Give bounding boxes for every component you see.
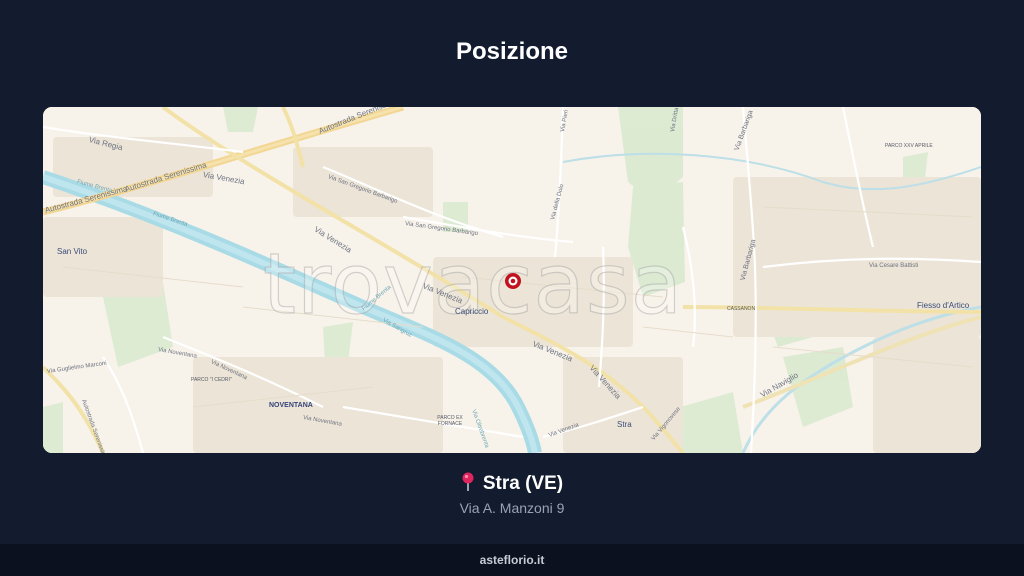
map-label-san-vito: San Vito <box>57 247 88 256</box>
footer: asteflorio.it <box>0 544 1024 576</box>
map-label-noventana: NOVENTANA <box>269 402 313 409</box>
location-address: Via A. Manzoni 9 <box>459 500 565 516</box>
map-label-capriccio: Capriccio <box>455 307 489 316</box>
location-title: Stra (VE) <box>0 472 1024 495</box>
map-pin-icon <box>462 472 474 491</box>
page-title: Posizione <box>455 38 569 65</box>
map-base <box>43 107 981 453</box>
footer-site-name: asteflorio.it <box>479 553 545 567</box>
map-label-cassanon: CASSANON <box>727 306 756 312</box>
map-label-parco-fornace: PARCO EX FORNACE <box>437 415 463 427</box>
map-label-parco-cedri: PARCO "I CEDRI" <box>191 377 232 383</box>
map-label-parco-aprile: PARCO XXV APRILE <box>885 143 933 149</box>
location-marker-icon <box>505 273 521 289</box>
map-view[interactable]: trovacasa San Vito Capriccio Stra Fiesso… <box>43 107 981 453</box>
map-label-stra: Stra <box>617 420 632 429</box>
map-label-fiesso: Fiesso d'Artico <box>917 301 970 310</box>
map-label-via-cesare-battisti: Via Cesare Battisti <box>869 263 919 269</box>
location-city: Stra (VE) <box>482 473 564 494</box>
